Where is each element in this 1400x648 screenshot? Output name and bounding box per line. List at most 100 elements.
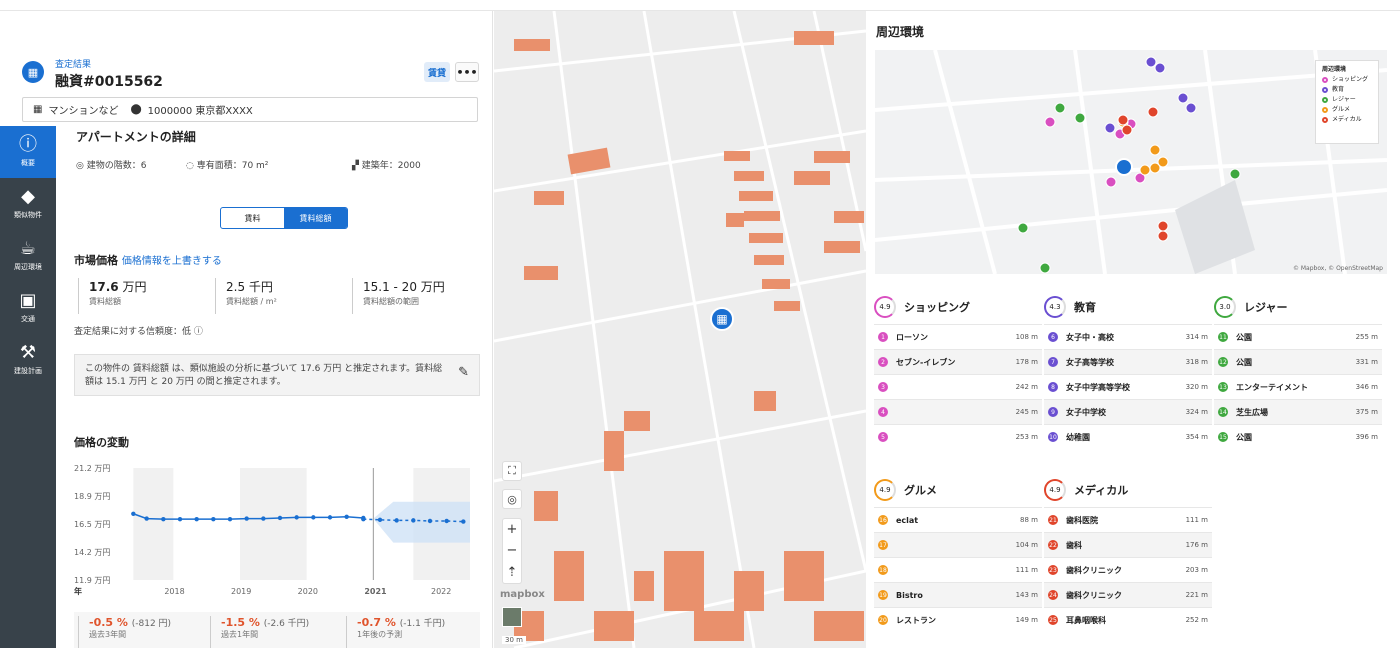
poi-row[interactable]: 7 女子高等学校 318 m [1044, 349, 1212, 374]
poi-marker-25[interactable] [1147, 106, 1159, 118]
poi-marker-17[interactable] [1139, 164, 1151, 176]
poi-row[interactable]: 16 eclat 88 m [874, 507, 1042, 532]
rent-toggle: 賃料 賃料総額 [220, 207, 348, 229]
poi-distance: 331 m [1355, 358, 1378, 366]
poi-marker-8[interactable] [1185, 102, 1197, 114]
legend-label: ショッピング [1332, 76, 1369, 83]
neighborhood-map[interactable]: 周辺環境 ショッピング 教育 レジャー グルメ メディカル © Mapbox, … [875, 50, 1387, 274]
poi-row[interactable]: 19 Bistro 143 m [874, 582, 1042, 607]
property-pin-icon[interactable]: ▦ [710, 307, 734, 331]
poi-row[interactable]: 24 歯科クリニック 221 m [1044, 582, 1212, 607]
poi-marker-12[interactable] [1054, 102, 1066, 114]
poi-marker-24[interactable] [1157, 230, 1169, 242]
data-point [177, 516, 183, 522]
floors-text: 建物の階数：6 [86, 161, 147, 171]
poi-marker-10[interactable] [1145, 56, 1157, 68]
map-attribution: © Mapbox, © OpenStreetMap [1292, 265, 1383, 272]
poi-name: 女子中学高等学校 [1066, 382, 1130, 392]
sidebar-item-overview[interactable]: ⓘ 概要 [0, 126, 56, 178]
change-label: 過去3年間 [89, 630, 127, 639]
poi-row[interactable]: 13 エンターテイメント 346 m [1214, 374, 1382, 399]
poi-row[interactable]: 12 公園 331 m [1214, 349, 1382, 374]
poi-row[interactable]: 9 女子中学校 324 m [1044, 399, 1212, 424]
override-price-link[interactable]: 価格情報を上書きする [122, 256, 222, 267]
poi-distance: 111 m [1185, 516, 1208, 524]
market-price-title: 市場価格 価格情報を上書きする [74, 252, 222, 268]
poi-marker-11[interactable] [1074, 112, 1086, 124]
top-border [0, 0, 1400, 11]
rent-button[interactable]: 賃貸 [424, 62, 450, 82]
poi-marker-20[interactable] [1157, 156, 1169, 168]
poi-marker-1[interactable] [1105, 176, 1117, 188]
zoom-out-button[interactable]: − [507, 543, 518, 558]
edit-pencil-icon[interactable]: ✎ [458, 366, 469, 379]
poi-marker-21[interactable] [1157, 220, 1169, 232]
sidebar-item-transport[interactable]: ▣ 交通 [0, 282, 56, 334]
poi-row[interactable]: 15 公園 396 m [1214, 424, 1382, 449]
poi-row[interactable]: 21 歯科医院 111 m [1044, 507, 1212, 532]
poi-row[interactable]: 18 111 m [874, 557, 1042, 582]
poi-row[interactable]: 25 耳鼻咽喉科 252 m [1044, 607, 1212, 632]
y-tick-label: 11.9 万円 [74, 576, 110, 585]
locate-button[interactable]: ◎ [502, 489, 522, 509]
crane-icon: ⚒ [19, 342, 37, 363]
change-3y: -0.5 % (-812 円) 過去3年間 [78, 616, 208, 648]
toggle-rent[interactable]: 賃料 [221, 208, 284, 228]
poi-row[interactable]: 6 女子中・高校 314 m [1044, 324, 1212, 349]
poi-marker-9[interactable] [1104, 122, 1116, 134]
details-title: アパートメントの詳細 [76, 130, 196, 144]
poi-number: 14 [1218, 407, 1228, 417]
map-view[interactable]: ▦ ⛶ ◎ + − ⇡ mapbox 30 m [494, 11, 866, 648]
poi-distance: 149 m [1015, 616, 1038, 624]
poi-marker-23[interactable] [1117, 114, 1129, 126]
neighborhood-panel: 周辺環境 周辺環境 ショッピング 教育 レジャー グルメ メディカル © Map… [866, 11, 1400, 648]
toggle-total-rent[interactable]: 賃料総額 [284, 208, 347, 228]
data-point [311, 515, 316, 520]
sidebar-item-similar[interactable]: ◆ 類似物件 [0, 178, 56, 230]
poi-marker-22[interactable] [1121, 124, 1133, 136]
poi-marker-6[interactable] [1154, 62, 1166, 74]
poi-name: 女子高等学校 [1066, 357, 1114, 367]
breadcrumb[interactable]: 査定結果 [55, 57, 91, 70]
poi-number: 4 [878, 407, 888, 417]
zoom-in-button[interactable]: + [507, 522, 518, 537]
poi-row[interactable]: 3 242 m [874, 374, 1042, 399]
compass-button[interactable]: ⇡ [507, 565, 518, 580]
zoom-controls: + − ⇡ [502, 518, 522, 584]
sidebar-item-construction[interactable]: ⚒ 建設計画 [0, 334, 56, 386]
poi-distance: 375 m [1355, 408, 1378, 416]
data-point [144, 516, 149, 521]
poi-row[interactable]: 11 公園 255 m [1214, 324, 1382, 349]
poi-marker-13[interactable] [1229, 168, 1241, 180]
x-tick-label: 2020 [298, 587, 318, 596]
poi-row[interactable]: 2 セブン-イレブン 178 m [874, 349, 1042, 374]
poi-marker-18[interactable] [1149, 144, 1161, 156]
poi-marker-15[interactable] [1039, 262, 1051, 274]
poi-row[interactable]: 14 芝生広場 375 m [1214, 399, 1382, 424]
poi-marker-14[interactable] [1017, 222, 1029, 234]
building-small-icon: ▦ [33, 104, 43, 115]
info-circle-icon[interactable]: ⓘ [194, 327, 203, 337]
poi-row[interactable]: 17 104 m [874, 532, 1042, 557]
poi-row[interactable]: 4 245 m [874, 399, 1042, 424]
fullscreen-button[interactable]: ⛶ [502, 461, 522, 481]
poi-row[interactable]: 20 レストラン 149 m [874, 607, 1042, 632]
poi-row[interactable]: 22 歯科 176 m [1044, 532, 1212, 557]
satellite-toggle[interactable] [502, 607, 522, 627]
poi-row[interactable]: 10 幼稚園 354 m [1044, 424, 1212, 449]
poi-distance: 104 m [1015, 541, 1038, 549]
poi-marker-7[interactable] [1177, 92, 1189, 104]
sidebar-item-neighborhood[interactable]: ☕ 周辺環境 [0, 230, 56, 282]
legend-dot [1322, 76, 1328, 83]
x-axis-label: 年 [74, 586, 82, 596]
change-1y: -1.5 % (-2.6 千円) 過去1年間 [210, 616, 340, 648]
more-button[interactable]: ••• [455, 62, 479, 82]
cup-icon: ☕ [19, 238, 37, 259]
poi-row[interactable]: 1 ローソン 108 m [874, 324, 1042, 349]
poi-row[interactable]: 5 253 m [874, 424, 1042, 449]
poi-row[interactable]: 8 女子中学高等学校 320 m [1044, 374, 1212, 399]
poi-row[interactable]: 23 歯科クリニック 203 m [1044, 557, 1212, 582]
poi-number: 24 [1048, 590, 1058, 600]
poi-marker-4[interactable] [1044, 116, 1056, 128]
poi-distance: 324 m [1185, 408, 1208, 416]
